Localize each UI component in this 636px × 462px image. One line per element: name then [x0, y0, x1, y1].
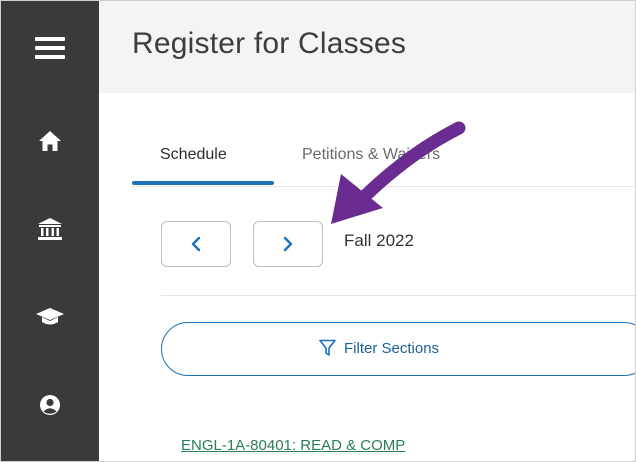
course-link[interactable]: ENGL-1A-80401: READ & COMP: [181, 437, 405, 454]
arrow-icon: [331, 121, 466, 224]
filter-sections-label: Filter Sections: [344, 339, 440, 357]
divider: [161, 295, 635, 296]
home-icon: [39, 131, 61, 151]
chevron-right-icon: [283, 236, 293, 252]
user-circle-icon: [40, 395, 60, 415]
graduation-cap-icon: [36, 308, 64, 325]
app-frame: Register for Classes Schedule Petitions …: [0, 0, 636, 462]
page-title: Register for Classes: [132, 27, 407, 60]
previous-term-button[interactable]: [161, 221, 231, 267]
chevron-left-icon: [191, 236, 201, 252]
sidebar-item-institution[interactable]: [1, 199, 99, 259]
active-tab-indicator: [132, 181, 274, 185]
menu-button[interactable]: [1, 18, 99, 78]
tab-schedule[interactable]: Schedule: [160, 146, 227, 164]
sidebar-item-academics[interactable]: [1, 287, 99, 347]
sidebar-item-home[interactable]: [1, 111, 99, 171]
page-header: Register for Classes: [99, 1, 635, 93]
sidebar-item-profile[interactable]: [1, 375, 99, 435]
filter-icon: [319, 339, 336, 356]
filter-sections-button[interactable]: Filter Sections: [161, 322, 635, 376]
sidebar: [1, 1, 99, 461]
institution-icon: [38, 218, 62, 240]
hamburger-menu-icon: [35, 37, 65, 59]
